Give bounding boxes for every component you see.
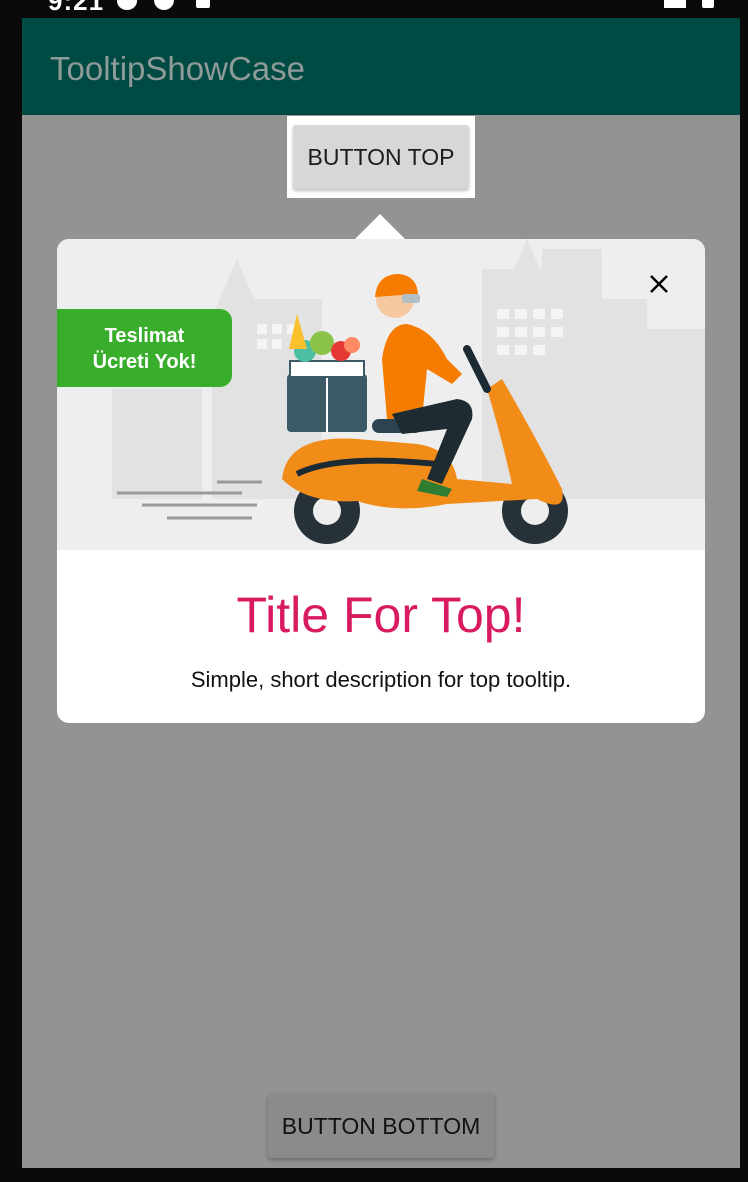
status-time: 9:21 bbox=[48, 0, 105, 16]
tooltip-description: Simple, short description for top toolti… bbox=[190, 667, 572, 692]
app-title: TooltipShowCase bbox=[50, 50, 305, 87]
app-bar: TooltipShowCase bbox=[22, 18, 740, 115]
sim-icon bbox=[196, 0, 210, 8]
settings-icon bbox=[117, 0, 137, 10]
shield-icon bbox=[154, 0, 174, 10]
tooltip-title: Title For Top! bbox=[236, 587, 526, 643]
badge-line-2: Ücreti Yok! bbox=[92, 351, 197, 373]
illustration-svg bbox=[112, 239, 705, 544]
app-screen: TooltipShowCase BUTTON TOP Teslimat Ücre… bbox=[22, 18, 740, 1168]
button-bottom[interactable]: BUTTON BOTTOM bbox=[268, 1094, 494, 1158]
button-top[interactable]: BUTTON TOP bbox=[293, 125, 469, 189]
tooltip-card: Teslimat Ücreti Yok! Title For Top! Simp… bbox=[57, 239, 705, 723]
signal-icon bbox=[646, 0, 686, 8]
delivery-scooter-illustration: Teslimat Ücreti Yok! bbox=[57, 239, 705, 550]
close-icon[interactable] bbox=[642, 267, 676, 301]
battery-icon bbox=[702, 0, 714, 8]
device-frame: 9:21 TooltipShowCase BUTTON TOP Teslimat… bbox=[0, 0, 748, 1182]
badge-line-1: Teslimat bbox=[104, 325, 185, 347]
free-delivery-badge: Teslimat Ücreti Yok! bbox=[57, 309, 232, 387]
tooltip-arrow bbox=[354, 214, 406, 240]
status-bar: 9:21 bbox=[0, 0, 748, 18]
